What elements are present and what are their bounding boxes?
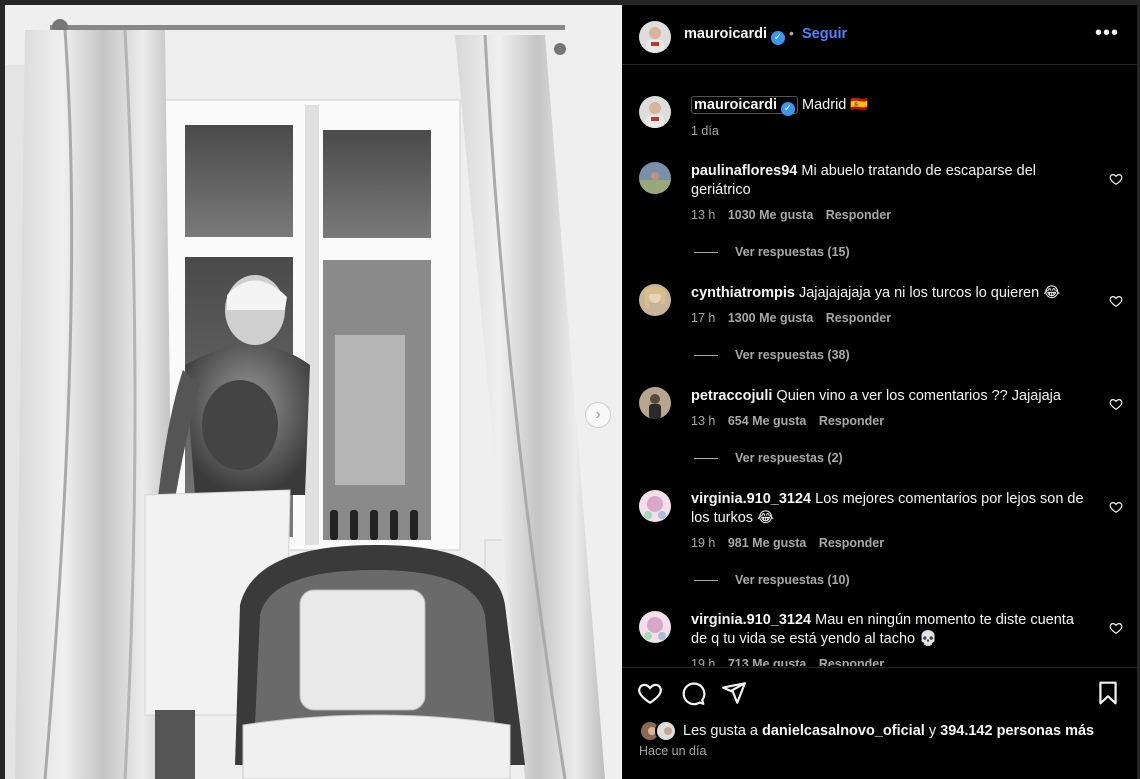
comment-username[interactable]: cynthiatrompis [691, 285, 795, 301]
post-modal: › mauroicardi ✓ • Seguir ••• mauroicardi… [5, 5, 1137, 779]
comment-likes[interactable]: 1300 Me gusta [728, 311, 813, 325]
caption-time[interactable]: 1 día [691, 124, 719, 138]
view-replies-button[interactable]: Ver respuestas (10) [694, 573, 850, 587]
commenter-avatar[interactable] [639, 284, 671, 316]
like-comment-icon[interactable] [1109, 500, 1123, 514]
comment-username[interactable]: virginia.910_3124 [691, 491, 811, 507]
comment-icon[interactable] [680, 680, 706, 706]
view-replies-label[interactable]: Ver respuestas (38) [735, 348, 850, 362]
comment-username[interactable]: paulinaflores94 [691, 163, 797, 179]
comments-list[interactable]: mauroicardi ✓ Madrid 🇪🇸 1 día paulinaflor… [622, 66, 1137, 666]
caption-username[interactable]: mauroicardi ✓ [691, 96, 798, 116]
comment-likes[interactable]: 654 Me gusta [728, 414, 807, 428]
commenter-avatar[interactable] [639, 387, 671, 419]
comment-text: Quien vino a ver los comentarios ?? Jaja… [776, 388, 1061, 404]
view-replies-button[interactable]: Ver respuestas (15) [694, 245, 850, 259]
replies-line [694, 457, 718, 459]
next-image-button[interactable]: › [585, 402, 611, 428]
comment-likes[interactable]: 1030 Me gusta [728, 208, 813, 222]
reply-button[interactable]: Responder [826, 208, 891, 222]
likes-prefix: Les gusta a [683, 723, 758, 739]
more-options-icon[interactable]: ••• [1095, 22, 1119, 45]
comment-time[interactable]: 13 h [691, 208, 715, 222]
post-time-ago[interactable]: Hace un día [639, 744, 706, 758]
view-replies-button[interactable]: Ver respuestas (38) [694, 348, 850, 362]
commenter-avatar[interactable] [639, 611, 671, 643]
post-header: mauroicardi ✓ • Seguir ••• [622, 5, 1137, 65]
like-comment-icon[interactable] [1109, 294, 1123, 308]
follow-button[interactable]: Seguir [802, 26, 847, 42]
comment-time[interactable]: 19 h [691, 657, 715, 666]
view-replies-button[interactable]: Ver respuestas (2) [694, 451, 843, 465]
like-comment-icon[interactable] [1109, 397, 1123, 411]
comment-time[interactable]: 17 h [691, 311, 715, 325]
view-replies-label[interactable]: Ver respuestas (15) [735, 245, 850, 259]
replies-line [694, 354, 718, 356]
likes-middle: y [928, 723, 937, 739]
replies-line [694, 251, 718, 253]
author-avatar[interactable] [639, 21, 671, 53]
photo-illustration [5, 5, 622, 779]
liker-avatar[interactable] [655, 720, 677, 742]
separator-dot: • [789, 25, 794, 41]
verified-badge-icon: ✓ [771, 31, 785, 45]
reply-button[interactable]: Responder [819, 657, 884, 666]
likes-summary: Les gusta a danielcasalnovo_oficial y 39… [639, 720, 1094, 742]
author-username[interactable]: mauroicardi ✓ [684, 26, 785, 45]
reply-button[interactable]: Responder [826, 311, 891, 325]
comment-text: Jajajajajaja ya ni los turcos lo quieren… [798, 285, 1061, 301]
share-icon[interactable] [721, 680, 747, 706]
replies-line [694, 579, 718, 581]
like-comment-icon[interactable] [1109, 172, 1123, 186]
author-username-text[interactable]: mauroicardi [684, 26, 767, 42]
like-post-icon[interactable] [637, 680, 663, 706]
comment-time[interactable]: 13 h [691, 414, 715, 428]
post-image[interactable]: › [5, 5, 622, 779]
author-avatar[interactable] [639, 96, 671, 128]
commenter-avatar[interactable] [639, 490, 671, 522]
likes-text: Les gusta a danielcasalnovo_oficial y 39… [683, 723, 1094, 739]
comment-likes[interactable]: 981 Me gusta [728, 536, 807, 550]
post-actions-bar [622, 667, 1137, 717]
save-bookmark-icon[interactable] [1095, 680, 1121, 706]
view-replies-label[interactable]: Ver respuestas (2) [735, 451, 843, 465]
likes-count[interactable]: 394.142 personas más [940, 723, 1094, 739]
verified-badge-icon: ✓ [781, 102, 795, 116]
post-side-panel: mauroicardi ✓ • Seguir ••• mauroicardi ✓ [622, 5, 1137, 779]
reply-button[interactable]: Responder [819, 414, 884, 428]
liker-username[interactable]: danielcasalnovo_oficial [762, 723, 925, 739]
comment-likes[interactable]: 713 Me gusta [728, 657, 807, 666]
like-comment-icon[interactable] [1109, 621, 1123, 635]
comment-username[interactable]: petraccojuli [691, 388, 772, 404]
comment-username[interactable]: virginia.910_3124 [691, 612, 811, 628]
caption-text: Madrid 🇪🇸 [802, 97, 869, 113]
commenter-avatar[interactable] [639, 162, 671, 194]
view-replies-label[interactable]: Ver respuestas (10) [735, 573, 850, 587]
reply-button[interactable]: Responder [819, 536, 884, 550]
comment-time[interactable]: 19 h [691, 536, 715, 550]
